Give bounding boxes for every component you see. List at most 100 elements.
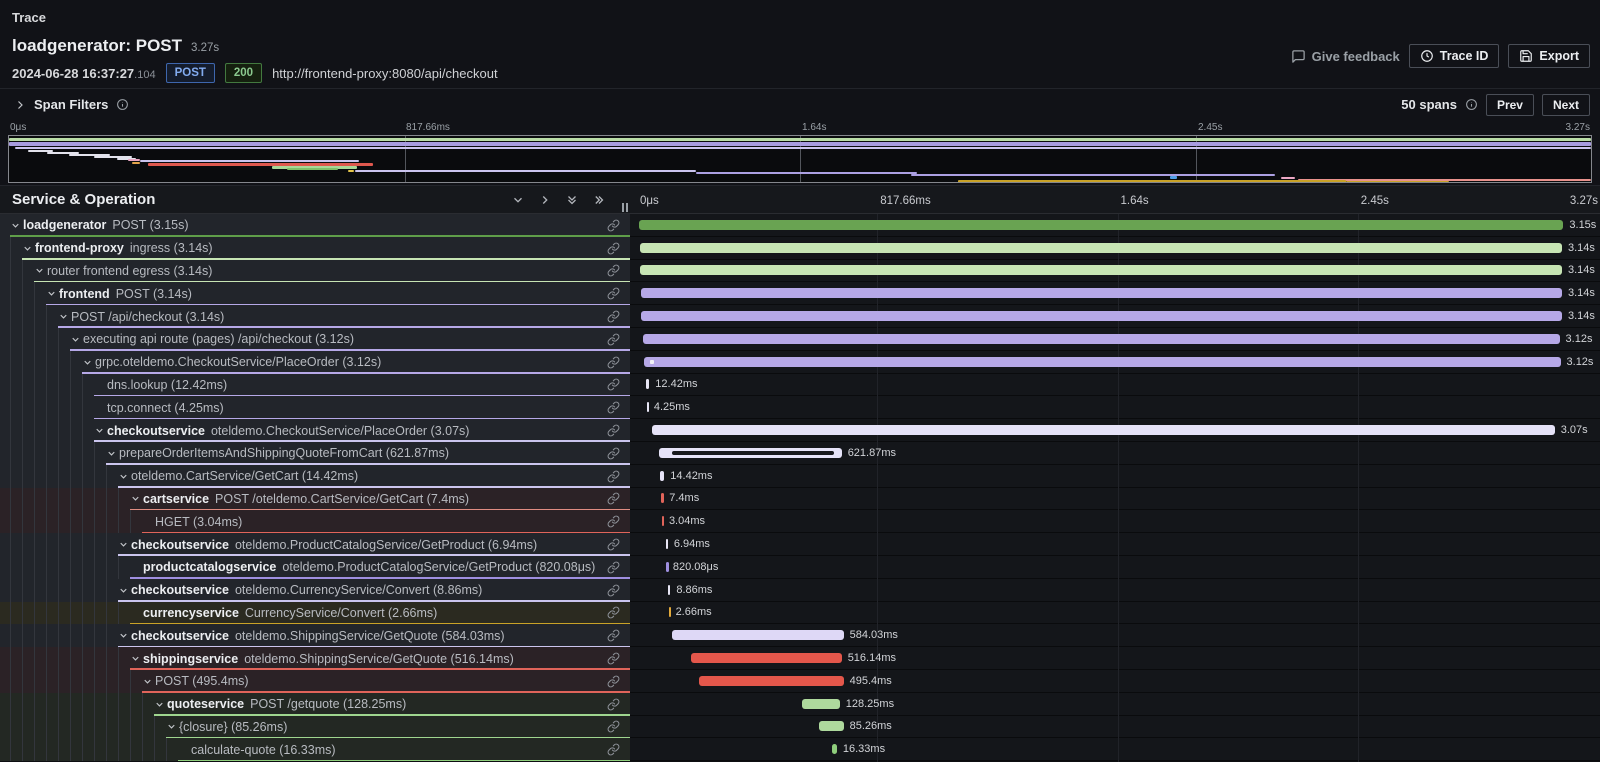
span-row[interactable]: tcp.connect (4.25ms) 4.25ms xyxy=(0,396,1600,419)
expand-chevron-icon[interactable] xyxy=(118,539,131,550)
trace-id-button[interactable]: Trace ID xyxy=(1409,44,1500,68)
expand-chevron-icon[interactable] xyxy=(94,379,107,390)
expand-one-icon[interactable] xyxy=(538,193,552,207)
span-duration-bar[interactable] xyxy=(646,379,650,389)
span-duration-bar[interactable] xyxy=(647,402,650,412)
span-row[interactable]: grpc.oteldemo.CheckoutService/PlaceOrder… xyxy=(0,351,1600,374)
span-row[interactable]: prepareOrderItemsAndShippingQuoteFromCar… xyxy=(0,442,1600,465)
expand-chevron-icon[interactable] xyxy=(178,744,191,755)
link-icon[interactable] xyxy=(601,242,630,255)
span-row-label-cell[interactable]: oteldemo.CartService/GetCart (14.42ms) xyxy=(0,465,630,488)
next-button[interactable]: Next xyxy=(1542,94,1590,116)
link-icon[interactable] xyxy=(601,561,630,574)
span-row-label-cell[interactable]: grpc.oteldemo.CheckoutService/PlaceOrder… xyxy=(0,351,630,374)
link-icon[interactable] xyxy=(601,378,630,391)
span-row[interactable]: checkoutservice oteldemo.ProductCatalogS… xyxy=(0,533,1600,556)
span-duration-bar[interactable] xyxy=(672,630,844,640)
info-icon[interactable] xyxy=(116,98,129,111)
span-row-label-cell[interactable]: loadgenerator POST (3.15s) xyxy=(0,214,630,237)
link-icon[interactable] xyxy=(601,675,630,688)
expand-chevron-icon[interactable] xyxy=(142,516,155,527)
span-duration-bar[interactable] xyxy=(660,471,664,481)
link-icon[interactable] xyxy=(601,264,630,277)
span-duration-bar[interactable] xyxy=(802,699,839,709)
span-duration-bar[interactable] xyxy=(819,721,844,731)
expand-chevron-icon[interactable] xyxy=(130,607,143,618)
span-row[interactable]: calculate-quote (16.33ms) 16.33ms xyxy=(0,738,1600,761)
expand-chevron-icon[interactable] xyxy=(10,220,23,231)
span-row-label-cell[interactable]: checkoutservice oteldemo.ShippingService… xyxy=(0,624,630,647)
span-duration-bar[interactable] xyxy=(661,493,664,503)
link-icon[interactable] xyxy=(601,606,630,619)
span-duration-bar[interactable] xyxy=(640,243,1562,253)
link-icon[interactable] xyxy=(601,470,630,483)
link-icon[interactable] xyxy=(601,743,630,756)
expand-chevron-icon[interactable] xyxy=(118,585,131,596)
expand-chevron-icon[interactable] xyxy=(130,562,143,573)
span-row-label-cell[interactable]: currencyservice CurrencyService/Convert … xyxy=(0,602,630,625)
link-icon[interactable] xyxy=(601,652,630,665)
expand-chevron-icon[interactable] xyxy=(130,653,143,664)
span-row-label-cell[interactable]: POST /api/checkout (3.14s) xyxy=(0,305,630,328)
span-row[interactable]: router frontend egress (3.14s) 3.14s xyxy=(0,260,1600,283)
expand-chevron-icon[interactable] xyxy=(130,493,143,504)
span-row-label-cell[interactable]: productcatalogservice oteldemo.ProductCa… xyxy=(0,556,630,579)
span-row-label-cell[interactable]: router frontend egress (3.14s) xyxy=(0,260,630,283)
expand-chevron-icon[interactable] xyxy=(58,311,71,322)
link-icon[interactable] xyxy=(601,584,630,597)
link-icon[interactable] xyxy=(601,356,630,369)
span-row-label-cell[interactable]: checkoutservice oteldemo.CurrencyService… xyxy=(0,579,630,602)
panel-resize-handle[interactable] xyxy=(622,203,628,212)
expand-chevron-icon[interactable] xyxy=(106,448,119,459)
info-icon[interactable] xyxy=(1465,98,1478,111)
span-duration-bar[interactable] xyxy=(691,653,842,663)
span-row[interactable]: productcatalogservice oteldemo.ProductCa… xyxy=(0,556,1600,579)
span-row-label-cell[interactable]: dns.lookup (12.42ms) xyxy=(0,374,630,397)
link-icon[interactable] xyxy=(601,698,630,711)
span-row[interactable]: frontend POST (3.14s) 3.14s xyxy=(0,282,1600,305)
minimap-canvas[interactable] xyxy=(8,135,1592,183)
link-icon[interactable] xyxy=(601,515,630,528)
expand-chevron-icon[interactable] xyxy=(22,243,35,254)
span-row-label-cell[interactable]: checkoutservice oteldemo.CheckoutService… xyxy=(0,419,630,442)
span-row-label-cell[interactable]: frontend-proxy ingress (3.14s) xyxy=(0,237,630,260)
span-row[interactable]: checkoutservice oteldemo.CurrencyService… xyxy=(0,579,1600,602)
span-row[interactable]: shippingservice oteldemo.ShippingService… xyxy=(0,647,1600,670)
span-duration-bar[interactable] xyxy=(669,607,672,617)
prev-button[interactable]: Prev xyxy=(1486,94,1534,116)
span-duration-bar[interactable] xyxy=(641,311,1562,321)
link-icon[interactable] xyxy=(601,219,630,232)
span-row-label-cell[interactable]: prepareOrderItemsAndShippingQuoteFromCar… xyxy=(0,442,630,465)
expand-chevron-icon[interactable] xyxy=(94,402,107,413)
span-row[interactable]: HGET (3.04ms) 3.04ms xyxy=(0,510,1600,533)
span-row[interactable]: POST /api/checkout (3.14s) 3.14s xyxy=(0,305,1600,328)
span-row-label-cell[interactable]: executing api route (pages) /api/checkou… xyxy=(0,328,630,351)
link-icon[interactable] xyxy=(601,492,630,505)
span-duration-bar[interactable] xyxy=(643,334,1560,344)
span-row[interactable]: oteldemo.CartService/GetCart (14.42ms) 1… xyxy=(0,465,1600,488)
span-row[interactable]: checkoutservice oteldemo.ShippingService… xyxy=(0,624,1600,647)
link-icon[interactable] xyxy=(601,287,630,300)
span-row[interactable]: currencyservice CurrencyService/Convert … xyxy=(0,602,1600,625)
span-row[interactable]: loadgenerator POST (3.15s) 3.15s xyxy=(0,214,1600,237)
export-button[interactable]: Export xyxy=(1508,44,1590,68)
link-icon[interactable] xyxy=(601,333,630,346)
link-icon[interactable] xyxy=(601,447,630,460)
expand-chevron-icon[interactable] xyxy=(166,721,179,732)
span-duration-bar[interactable] xyxy=(666,562,669,572)
expand-chevron-icon[interactable] xyxy=(118,630,131,641)
link-icon[interactable] xyxy=(601,629,630,642)
span-duration-bar[interactable] xyxy=(640,265,1562,275)
span-row-label-cell[interactable]: {closure} (85.26ms) xyxy=(0,716,630,739)
span-row-label-cell[interactable]: HGET (3.04ms) xyxy=(0,510,630,533)
expand-chevron-icon[interactable] xyxy=(34,265,47,276)
link-icon[interactable] xyxy=(601,538,630,551)
span-duration-bar[interactable] xyxy=(666,539,669,549)
link-icon[interactable] xyxy=(601,424,630,437)
link-icon[interactable] xyxy=(601,720,630,733)
span-row[interactable]: checkoutservice oteldemo.CheckoutService… xyxy=(0,419,1600,442)
expand-chevron-icon[interactable] xyxy=(70,334,83,345)
collapse-one-icon[interactable] xyxy=(511,193,525,207)
span-row[interactable]: {closure} (85.26ms) 85.26ms xyxy=(0,716,1600,739)
span-row-label-cell[interactable]: tcp.connect (4.25ms) xyxy=(0,396,630,419)
